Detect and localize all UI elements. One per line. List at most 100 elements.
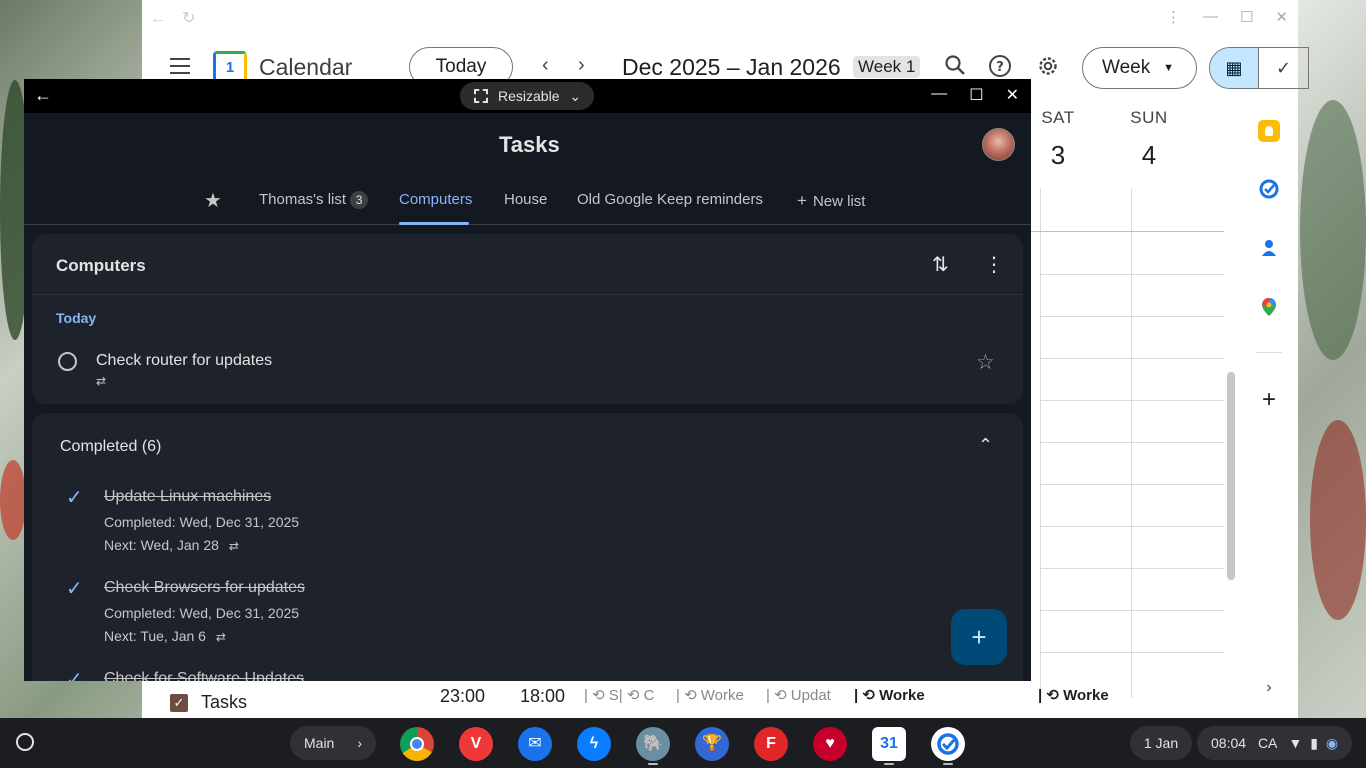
close-icon[interactable]: ✕ bbox=[1006, 85, 1019, 105]
caret-down-icon: ▼ bbox=[1163, 62, 1174, 74]
help-icon[interactable]: ? bbox=[987, 54, 1013, 80]
grid-scrollbar[interactable] bbox=[1227, 372, 1235, 580]
keep-icon[interactable] bbox=[1258, 120, 1280, 142]
back-arrow-icon[interactable]: ← bbox=[34, 85, 52, 106]
view-toggle: ▦ ✓ bbox=[1209, 47, 1309, 89]
messenger-icon[interactable]: ϟ bbox=[577, 727, 611, 761]
search-icon[interactable] bbox=[942, 54, 968, 80]
minimize-icon[interactable]: — bbox=[1203, 8, 1218, 26]
chevron-down-icon: ⌄ bbox=[569, 88, 582, 104]
prev-week-button[interactable]: ‹ bbox=[542, 54, 549, 77]
tab-computers[interactable]: Computers bbox=[399, 191, 472, 208]
completed-card: Completed (6) ⌃ ✓ Update Linux machines … bbox=[32, 413, 1023, 681]
calendar-app-icon[interactable]: 31 bbox=[872, 727, 906, 761]
tasks-checkbox[interactable]: ✓ bbox=[170, 694, 188, 712]
tasks-view-icon[interactable]: ✓ bbox=[1259, 48, 1308, 88]
wallpaper-leaf bbox=[1300, 100, 1366, 360]
menu-icon[interactable] bbox=[170, 58, 190, 79]
star-outline-icon[interactable]: ☆ bbox=[976, 350, 995, 375]
calendar-view-icon[interactable]: ▦ bbox=[1210, 48, 1260, 88]
repeat-icon: ⇄ bbox=[96, 374, 107, 388]
tasks-app-icon[interactable] bbox=[931, 727, 965, 761]
locale-indicator: CA bbox=[1257, 735, 1277, 751]
tab-old-keep-reminders[interactable]: Old Google Keep reminders bbox=[577, 191, 763, 208]
calendar-titlebar: ← ↻ ⋮ — ☐ ✕ bbox=[142, 0, 1298, 36]
chrome-icon[interactable] bbox=[400, 727, 434, 761]
status-tray[interactable]: 08:04 CA ▼ ▮ ◉ bbox=[1197, 726, 1352, 760]
repeat-icon: ⇄ bbox=[215, 630, 226, 644]
completed-header[interactable]: Completed (6) bbox=[60, 438, 161, 456]
starred-tab-star-icon[interactable]: ★ bbox=[204, 188, 222, 213]
chevron-up-icon[interactable]: ⌃ bbox=[978, 435, 993, 456]
completed-task-title[interactable]: Check for Software Updates bbox=[104, 670, 304, 681]
battery-icon: ▮ bbox=[1310, 735, 1318, 751]
more-options-icon[interactable]: ⋮ bbox=[984, 252, 1004, 277]
grid-line bbox=[1040, 442, 1224, 443]
tab-thomas-list[interactable]: Thomas's list 3 bbox=[259, 191, 369, 209]
tab-house[interactable]: House bbox=[504, 191, 547, 208]
event-chip[interactable]: 18:00 bbox=[520, 686, 565, 707]
maximize-icon[interactable]: ☐ bbox=[1240, 8, 1253, 26]
settings-gear-icon[interactable] bbox=[1035, 54, 1061, 80]
event-chip[interactable]: 23:00 bbox=[440, 686, 485, 707]
chevron-right-icon[interactable]: › bbox=[1258, 677, 1280, 699]
back-icon[interactable]: ← bbox=[150, 10, 166, 27]
minimize-icon[interactable]: — bbox=[931, 85, 947, 105]
trophy-icon[interactable]: 🏆 bbox=[695, 727, 729, 761]
sort-icon[interactable]: ⇅ bbox=[932, 252, 949, 277]
add-task-button[interactable]: + bbox=[951, 609, 1007, 665]
grid-line bbox=[1040, 188, 1041, 698]
chevron-right-icon: › bbox=[357, 735, 362, 751]
flipboard-icon[interactable]: F bbox=[754, 727, 788, 761]
completed-check-icon[interactable]: ✓ bbox=[66, 485, 83, 510]
mail-icon[interactable]: ✉ bbox=[518, 727, 552, 761]
more-icon[interactable]: ⋮ bbox=[1166, 8, 1181, 26]
tasks-icon[interactable] bbox=[1258, 178, 1280, 200]
new-list-button[interactable]: + New list bbox=[797, 191, 865, 211]
maximize-icon[interactable]: ☐ bbox=[969, 85, 983, 105]
date-pill[interactable]: 1 Jan bbox=[1130, 726, 1192, 760]
app-title: Calendar bbox=[259, 54, 353, 80]
list-tabs: ★ Thomas's list 3 Computers House Old Goo… bbox=[24, 179, 1031, 225]
day-header-sun[interactable]: SUN 4 bbox=[1103, 108, 1195, 171]
completed-date: Completed: Wed, Dec 31, 2025 bbox=[104, 605, 300, 621]
completed-task-title[interactable]: Update Linux machines bbox=[104, 488, 271, 506]
tasks-window: ← Resizable ⌄ — ☐ ✕ Tasks ★ Thomas's lis… bbox=[24, 79, 1031, 681]
tasks-calendar-label: Tasks bbox=[201, 692, 248, 712]
event-chip[interactable]: | ⟲ Updat bbox=[766, 686, 831, 704]
tasks-row: ✓ Tasks 23:00 18:00 | ⟲ S| ⟲ C | ⟲ Worke… bbox=[142, 680, 1242, 718]
grid-line bbox=[1040, 316, 1224, 317]
grid-line bbox=[1040, 358, 1224, 359]
event-chip[interactable]: | ⟲ Worke bbox=[854, 686, 925, 704]
iheart-icon[interactable]: ♥ bbox=[813, 727, 847, 761]
task-complete-checkbox[interactable] bbox=[58, 352, 77, 371]
view-select-button[interactable]: Week ▼ bbox=[1082, 47, 1197, 89]
launcher-icon[interactable] bbox=[16, 733, 34, 751]
desk-switcher[interactable]: Main › bbox=[290, 726, 376, 760]
maps-icon[interactable] bbox=[1258, 296, 1280, 318]
completed-check-icon[interactable]: ✓ bbox=[66, 576, 83, 601]
week-grid: SAT 3 SUN 4 bbox=[1012, 100, 1224, 698]
event-chip[interactable]: | ⟲ Worke bbox=[676, 686, 744, 704]
page-title: Tasks bbox=[499, 132, 560, 157]
vivaldi-icon[interactable]: V bbox=[459, 727, 493, 761]
reload-icon[interactable]: ↻ bbox=[182, 10, 195, 27]
resizable-menu-button[interactable]: Resizable ⌄ bbox=[460, 82, 594, 110]
grid-line bbox=[1040, 610, 1224, 611]
running-indicator bbox=[648, 763, 658, 765]
contacts-icon[interactable] bbox=[1258, 237, 1280, 259]
section-today-label: Today bbox=[56, 310, 97, 326]
close-icon[interactable]: ✕ bbox=[1275, 8, 1288, 26]
svg-text:?: ? bbox=[996, 60, 1004, 75]
avatar[interactable] bbox=[982, 128, 1015, 161]
completed-check-icon[interactable]: ✓ bbox=[66, 667, 83, 681]
event-chip[interactable]: | ⟲ S| ⟲ C bbox=[584, 686, 654, 704]
add-addon-icon[interactable]: + bbox=[1258, 388, 1280, 412]
mastodon-icon[interactable]: 🐘 bbox=[636, 727, 670, 761]
task-title[interactable]: Check router for updates bbox=[96, 352, 272, 370]
completed-task-title[interactable]: Check Browsers for updates bbox=[104, 579, 305, 597]
clock: 08:04 bbox=[1211, 735, 1247, 751]
next-week-button[interactable]: › bbox=[578, 54, 585, 77]
event-chip[interactable]: | ⟲ Worke bbox=[1038, 686, 1109, 704]
grid-line bbox=[1040, 274, 1224, 275]
